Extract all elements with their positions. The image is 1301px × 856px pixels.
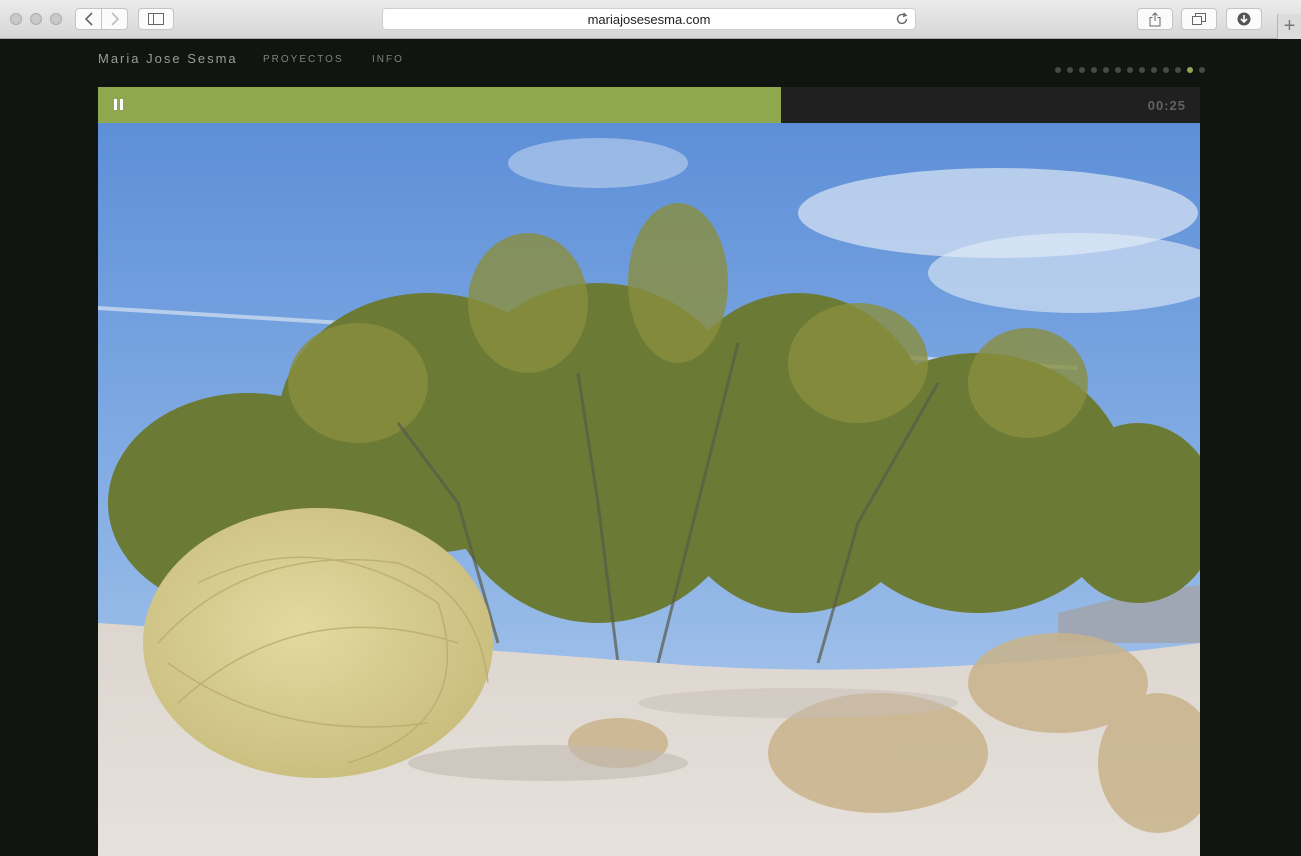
- sidebar-button[interactable]: [138, 8, 174, 30]
- slide-dot[interactable]: [1103, 67, 1109, 73]
- sidebar-icon: [148, 13, 164, 25]
- nav-info[interactable]: INFO: [372, 54, 404, 65]
- share-button[interactable]: [1137, 8, 1173, 30]
- reload-icon[interactable]: [895, 12, 909, 26]
- slide-dot[interactable]: [1115, 67, 1121, 73]
- back-icon: [84, 12, 93, 26]
- slide-dot[interactable]: [1175, 67, 1181, 73]
- forward-icon: [110, 12, 119, 26]
- url-text: mariajosesesma.com: [587, 11, 711, 27]
- slide-indicator: [1055, 67, 1205, 73]
- forward-button[interactable]: [101, 8, 128, 30]
- new-tab-button[interactable]: +: [1277, 14, 1301, 39]
- close-window-button[interactable]: [10, 13, 22, 25]
- address-bar[interactable]: mariajosesesma.com: [382, 8, 916, 30]
- site-title[interactable]: Maria Jose Sesma: [98, 51, 238, 66]
- back-button[interactable]: [75, 8, 102, 30]
- minimize-window-button[interactable]: [30, 13, 42, 25]
- slide-dot[interactable]: [1163, 67, 1169, 73]
- pause-button[interactable]: [114, 99, 124, 111]
- nav-proyectos[interactable]: PROYECTOS: [263, 54, 344, 65]
- share-icon: [1149, 11, 1161, 26]
- desert-shrub-photo: [98, 123, 1200, 856]
- slideshow-progress-bar[interactable]: 00:25: [98, 87, 1200, 123]
- tabs-icon: [1192, 13, 1206, 25]
- slide-dot[interactable]: [1139, 67, 1145, 73]
- slide-dot[interactable]: [1091, 67, 1097, 73]
- downloads-button[interactable]: [1226, 8, 1262, 30]
- progress-fill: [98, 87, 782, 123]
- slide-dot[interactable]: [1067, 67, 1073, 73]
- slide-dot[interactable]: [1127, 67, 1133, 73]
- slideshow-photo[interactable]: [98, 123, 1200, 856]
- zoom-window-button[interactable]: [50, 13, 62, 25]
- slide-dot[interactable]: [1055, 67, 1061, 73]
- browser-toolbar: mariajosesesma.com +: [0, 0, 1301, 39]
- new-tab-icon: +: [1283, 15, 1296, 37]
- slide-dot[interactable]: [1187, 67, 1193, 73]
- slide-timer: 00:25: [1147, 98, 1186, 113]
- tabs-overview-button[interactable]: [1181, 8, 1217, 30]
- slide-dot[interactable]: [1151, 67, 1157, 73]
- slide-dot[interactable]: [1079, 67, 1085, 73]
- slide-dot[interactable]: [1199, 67, 1205, 73]
- download-icon: [1237, 12, 1251, 26]
